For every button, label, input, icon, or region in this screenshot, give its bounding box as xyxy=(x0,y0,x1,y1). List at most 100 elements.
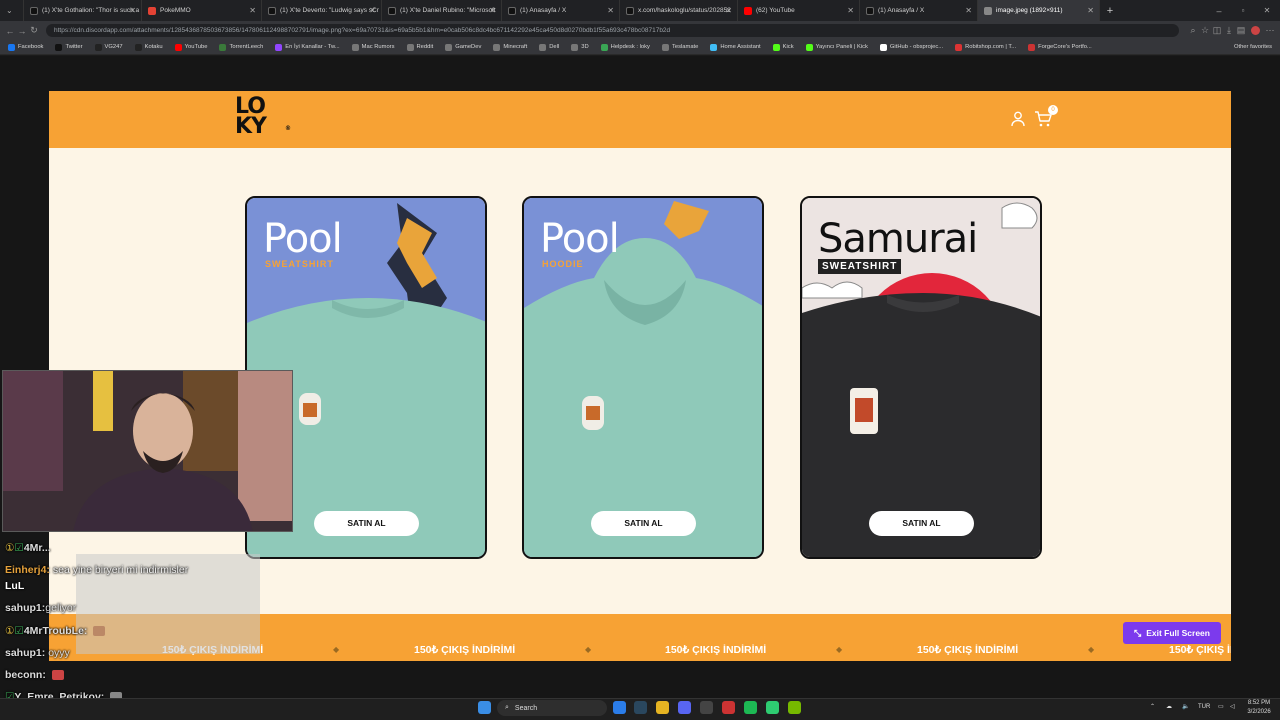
product-card[interactable]: Samurai SWEATSHIRT SATIN AL xyxy=(800,196,1042,559)
bookmark-item[interactable]: ForgeCore's Portfo... xyxy=(1028,43,1092,51)
close-tab-icon[interactable]: ✕ xyxy=(1087,6,1094,15)
buy-button[interactable]: SATIN AL xyxy=(591,511,696,536)
url-field[interactable]: https://cdn.discordapp.com/attachments/1… xyxy=(46,24,1179,37)
nvidia-icon[interactable] xyxy=(788,701,801,714)
bookmark-item[interactable]: Reddit xyxy=(406,43,433,51)
steam-icon[interactable] xyxy=(634,701,647,714)
bookmark-item[interactable]: YouTube xyxy=(174,43,207,51)
bookmark-item[interactable]: VG247 xyxy=(94,43,123,51)
forward-icon[interactable]: → xyxy=(16,26,28,36)
marquee-separator: ◆ xyxy=(333,645,340,654)
bookmark-item[interactable]: GameDev xyxy=(445,43,481,51)
collections-icon[interactable]: ▤ xyxy=(1235,25,1247,36)
bookmark-item[interactable]: Kotaku xyxy=(134,43,163,51)
browser-tab[interactable]: PokeMMO ✕ xyxy=(142,0,262,21)
bookmark-label: Dell xyxy=(549,44,560,50)
bookmark-label: En İyi Kanallar - Tw... xyxy=(285,44,340,50)
chat-message: sahup1:geliyor xyxy=(5,602,77,614)
verified-icon: ☑ xyxy=(14,625,24,637)
bookmark-item[interactable]: Helpdesk : loky xyxy=(600,43,650,51)
speaker-icon[interactable]: 🔈 xyxy=(1182,703,1189,710)
browser-tab[interactable]: (1) X'te Daniel Rubino: "Microsoft ✕ xyxy=(382,0,502,21)
browser-tab[interactable]: x.com/haskologlu/status/202852 ✕ xyxy=(620,0,738,21)
taskbar-clock[interactable]: 8:52 PM 3/2/2026 xyxy=(1242,699,1276,717)
bookmark-label: GitHub - obsprojec... xyxy=(889,44,944,50)
cloud-icon[interactable]: ☁ xyxy=(1166,703,1172,710)
close-tab-icon[interactable]: ✕ xyxy=(847,6,854,15)
tab-list-button[interactable]: ⌄ xyxy=(0,0,24,21)
bookmark-item[interactable]: Home Assistant xyxy=(710,43,761,51)
close-tab-icon[interactable]: ✕ xyxy=(369,6,376,15)
product-title: Samurai xyxy=(818,216,978,262)
marquee-item: 150₺ ÇIKIŞ İNDİRİMİ xyxy=(917,644,1019,656)
bookmark-item[interactable]: Mac Rumors xyxy=(351,43,395,51)
bookmark-icon xyxy=(134,43,142,51)
browser-tab-active[interactable]: image.jpeg (1892×911) ✕ xyxy=(978,0,1100,21)
other-favorites[interactable]: Other favorites xyxy=(1234,44,1272,50)
product-card[interactable]: Pool HOODIE SATIN AL xyxy=(522,196,764,559)
browser-tab[interactable]: (1) X'te Gothalion: "Thor is such a ✕ xyxy=(24,0,142,21)
obs-icon[interactable] xyxy=(700,701,713,714)
buy-button[interactable]: SATIN AL xyxy=(314,511,419,536)
bookmark-item[interactable]: Minecraft xyxy=(493,43,527,51)
taskbar-search[interactable]: ⌕ Search xyxy=(497,700,607,716)
bookmark-item[interactable]: 3D xyxy=(571,43,589,51)
close-tab-icon[interactable]: ✕ xyxy=(607,6,614,15)
file-explorer-icon[interactable] xyxy=(656,701,669,714)
close-tab-icon[interactable]: ✕ xyxy=(725,6,732,15)
bookmark-item[interactable]: Twitter xyxy=(55,43,83,51)
bookmark-item[interactable]: Kick xyxy=(772,43,794,51)
browser-tab[interactable]: (1) X'te Deverto: "Ludwig says sCr ✕ xyxy=(262,0,382,21)
discord-icon[interactable] xyxy=(678,701,691,714)
buy-button[interactable]: SATIN AL xyxy=(869,511,974,536)
bookmark-item[interactable]: Robitshop.com | T... xyxy=(955,43,1017,51)
chevron-up-icon[interactable]: ⌃ xyxy=(1150,703,1155,710)
bookmark-label: Robitshop.com | T... xyxy=(965,44,1017,50)
bookmark-item[interactable]: GitHub - obsprojec... xyxy=(879,43,944,51)
bookmark-item[interactable]: Teslamate xyxy=(661,43,698,51)
edge-icon[interactable] xyxy=(613,701,626,714)
menu-icon[interactable]: ⋯ xyxy=(1264,25,1276,36)
bookmark-icon xyxy=(493,43,501,51)
downloads-icon[interactable]: ⤓ xyxy=(1223,25,1235,36)
marquee-item: 150₺ ÇIKIŞ İNDİRİMİ xyxy=(414,644,516,656)
app-icon[interactable] xyxy=(722,701,735,714)
bookmark-item[interactable]: En İyi Kanallar - Tw... xyxy=(275,43,340,51)
close-tab-icon[interactable]: ✕ xyxy=(249,6,256,15)
minimize-button[interactable]: – xyxy=(1206,6,1232,16)
bookmark-item[interactable]: Facebook xyxy=(8,43,43,51)
spotify-icon[interactable] xyxy=(744,701,757,714)
profile-avatar[interactable] xyxy=(1251,26,1260,35)
marquee-separator: ◆ xyxy=(1088,645,1095,654)
bookmark-icon xyxy=(539,43,547,51)
bookmark-item[interactable]: Yayıncı Paneli | Kick xyxy=(805,43,868,51)
zoom-icon[interactable]: ⌕ xyxy=(1187,25,1199,36)
browser-tab[interactable]: (1) Anasayfa / X ✕ xyxy=(502,0,620,21)
back-icon[interactable]: ← xyxy=(4,26,16,36)
browser-tab[interactable]: (1) Anasayfa / X ✕ xyxy=(860,0,978,21)
extensions-icon[interactable]: ◫ xyxy=(1211,25,1223,36)
close-tab-icon[interactable]: ✕ xyxy=(129,6,136,15)
badge-icon: ① xyxy=(5,542,15,554)
maximize-button[interactable]: ▫ xyxy=(1232,6,1254,15)
favorite-star-icon[interactable]: ☆ xyxy=(1199,25,1211,36)
close-tab-icon[interactable]: ✕ xyxy=(489,6,496,15)
app-icon[interactable] xyxy=(766,701,779,714)
language-indicator[interactable]: TUR xyxy=(1198,704,1210,710)
browser-tab[interactable]: (62) YouTube ✕ xyxy=(738,0,860,21)
new-tab-button[interactable]: + xyxy=(1100,5,1120,17)
close-window-button[interactable]: ✕ xyxy=(1254,6,1280,15)
network-icon[interactable]: ▭ xyxy=(1218,703,1224,710)
bookmark-icon xyxy=(805,43,813,51)
loky-logo[interactable]: LO KY ® xyxy=(235,96,291,143)
volume-icon[interactable]: ◁ xyxy=(1230,703,1235,710)
cart-count-badge: 0 xyxy=(1048,105,1058,115)
exit-full-screen-button[interactable]: ⤡ Exit Full Screen xyxy=(1123,622,1221,644)
bookmark-item[interactable]: Dell xyxy=(539,43,560,51)
close-tab-icon[interactable]: ✕ xyxy=(965,6,972,15)
bookmark-item[interactable]: TorrentLeech xyxy=(219,43,263,51)
reload-icon[interactable]: ↻ xyxy=(28,25,40,36)
user-icon[interactable] xyxy=(1011,111,1025,127)
start-icon[interactable] xyxy=(478,701,491,714)
chat-message: ①☑4MrTroubLe: xyxy=(5,625,106,637)
